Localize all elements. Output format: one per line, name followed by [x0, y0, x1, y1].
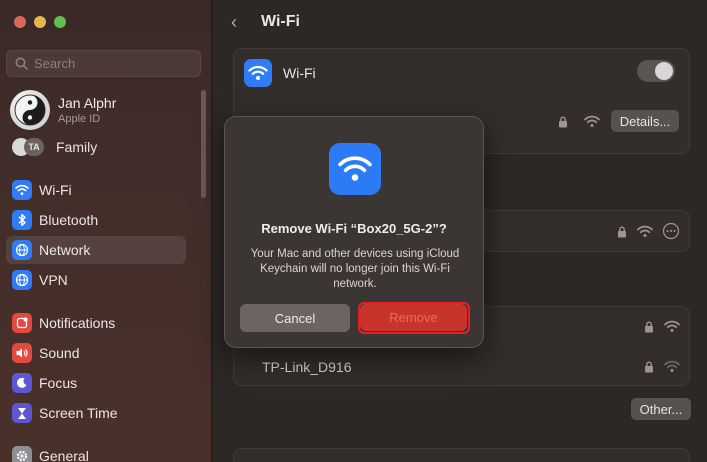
family-member-initials: TA [24, 138, 44, 156]
wifi-toggle[interactable] [637, 60, 675, 82]
search-field[interactable] [6, 50, 201, 77]
sidebar-item-label: General [39, 448, 89, 462]
sidebar-item-sound[interactable]: Sound [6, 339, 186, 367]
bell-icon [12, 313, 32, 333]
close-window-button[interactable] [14, 16, 26, 28]
globe-icon [12, 270, 32, 290]
wifi-signal-icon [584, 115, 600, 127]
avatar [10, 90, 50, 130]
search-input[interactable] [34, 56, 184, 71]
sidebar-item-network[interactable]: Network [6, 236, 186, 264]
profile-name: Jan Alphr [58, 95, 117, 111]
minimize-window-button[interactable] [34, 16, 46, 28]
sidebar-item-label: Bluetooth [39, 212, 99, 228]
sidebar-item-label: Sound [39, 345, 80, 361]
sidebar-scrollbar[interactable] [201, 90, 206, 198]
sidebar-item-label: Network [39, 242, 91, 258]
moon-icon [12, 373, 32, 393]
sidebar-item-wifi[interactable]: Wi-Fi [6, 176, 186, 204]
wifi-row-label: Wi-Fi [283, 65, 316, 81]
gear-icon [12, 446, 32, 462]
sidebar-item-general[interactable]: General [6, 442, 186, 462]
sidebar-item-label: Family [56, 139, 98, 155]
dialog-title: Remove Wi-Fi “Box20_5G-2”? [261, 221, 447, 236]
sidebar-item-vpn[interactable]: VPN [6, 266, 186, 294]
cancel-button[interactable]: Cancel [240, 304, 350, 332]
more-options-icon[interactable] [662, 222, 680, 240]
other-network-button[interactable]: Other... [631, 398, 691, 420]
wifi-icon [244, 59, 272, 87]
sidebar-item-label: Notifications [39, 315, 116, 331]
wifi-icon [12, 180, 32, 200]
profile-subtitle: Apple ID [58, 113, 101, 125]
sidebar-item-label: Wi-Fi [39, 182, 72, 198]
settings-card [233, 448, 690, 462]
globe-icon [12, 240, 32, 260]
wifi-signal-icon [637, 225, 653, 237]
sidebar-item-label: VPN [39, 272, 68, 288]
zoom-window-button[interactable] [54, 16, 66, 28]
lock-icon [618, 226, 626, 238]
yin-yang-icon [14, 94, 46, 126]
page-title: Wi-Fi [261, 13, 300, 30]
list-item[interactable]: TP-Link_D916 [234, 347, 689, 387]
wifi-icon [329, 143, 381, 195]
sidebar-item-notifications[interactable]: Notifications [6, 309, 186, 337]
wifi-signal-icon [664, 320, 680, 332]
bluetooth-icon [12, 210, 32, 230]
hourglass-icon [12, 403, 32, 423]
remove-wifi-dialog: Remove Wi-Fi “Box20_5G-2”? Your Mac and … [224, 116, 484, 348]
lock-icon [645, 361, 653, 373]
search-icon [15, 57, 28, 70]
sidebar-item-label: Screen Time [39, 405, 118, 421]
speaker-icon [12, 343, 32, 363]
window-controls [14, 16, 66, 28]
back-chevron-icon[interactable]: ‹ [231, 12, 237, 33]
sidebar-item-screen-time[interactable]: Screen Time [6, 399, 186, 427]
lock-icon [645, 321, 653, 333]
sidebar-item-label: Focus [39, 375, 78, 391]
family-avatars: TA [12, 138, 48, 156]
details-button[interactable]: Details... [611, 110, 679, 132]
lock-icon [559, 116, 567, 128]
sidebar-item-bluetooth[interactable]: Bluetooth [6, 206, 186, 234]
wifi-signal-icon [664, 360, 680, 372]
remove-button-highlight: Remove [358, 302, 470, 334]
sidebar-item-family[interactable]: TA Family [12, 138, 97, 156]
system-settings-window: Jan Alphr Apple ID TA Family Wi-Fi Bluet… [0, 0, 707, 462]
sidebar-item-focus[interactable]: Focus [6, 369, 186, 397]
dialog-message: Your Mac and other devices using iCloud … [250, 248, 460, 290]
remove-button[interactable]: Remove [360, 304, 467, 331]
network-name: TP-Link_D916 [262, 359, 352, 375]
apple-id-profile[interactable]: Jan Alphr Apple ID [10, 90, 116, 130]
sidebar: Jan Alphr Apple ID TA Family Wi-Fi Bluet… [0, 0, 212, 462]
